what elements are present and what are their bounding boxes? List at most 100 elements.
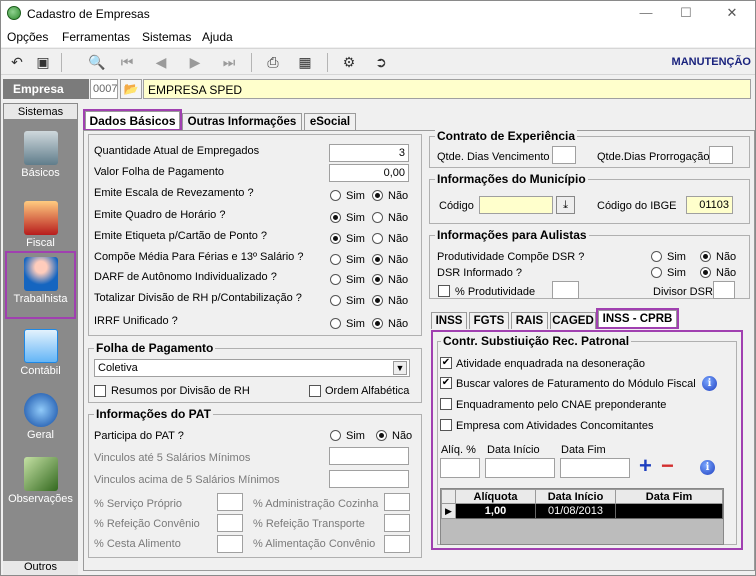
cprb-option-checkbox[interactable]: ✔ (440, 377, 452, 389)
valor-folha-field[interactable]: 0,00 (329, 164, 409, 182)
download-icon[interactable]: ⤓ (556, 196, 575, 214)
maximize-button[interactable]: ☐ (671, 5, 701, 23)
tab-esocial[interactable]: eSocial (304, 113, 356, 131)
tools-icon[interactable]: ⚙ (339, 53, 359, 71)
subtab-inss-cprb[interactable]: INSS - CPRB (596, 308, 679, 329)
vinculos-acima5-field[interactable] (329, 470, 409, 488)
subtab-caged[interactable]: CAGED (550, 312, 596, 329)
sidebar-item-contabil[interactable]: Contábil (5, 325, 76, 389)
sim-radio[interactable] (330, 318, 341, 329)
next-record-icon[interactable]: ▶ (185, 53, 205, 71)
sim-radio[interactable] (330, 274, 341, 285)
refeicao-convenio-field[interactable] (217, 514, 243, 532)
first-record-icon[interactable]: ⏮ (117, 53, 137, 71)
menu-sistemas[interactable]: Sistemas (142, 30, 191, 44)
sim-radio[interactable] (330, 254, 341, 265)
aliquota-grid: Alíquota Data Início Data Fim ▶ 1,00 01/… (440, 488, 724, 545)
servico-proprio-field[interactable] (217, 493, 243, 511)
info-icon[interactable]: i (702, 376, 717, 391)
grid-cell-data-inicio[interactable]: 01/08/2013 (535, 503, 616, 519)
sidebar-footer[interactable]: Outros (3, 561, 78, 575)
alim-convenio-field[interactable] (384, 535, 410, 553)
data-fim-field[interactable] (560, 458, 630, 478)
ordem-alfabetica-checkbox[interactable] (309, 385, 321, 397)
nao-radio[interactable] (372, 190, 383, 201)
cesta-alimento-field[interactable] (217, 535, 243, 553)
sidebar-item-trabalhista[interactable]: Trabalhista (5, 251, 76, 319)
nao-radio[interactable] (372, 318, 383, 329)
menu-opcoes[interactable]: Opções (7, 30, 48, 44)
menu-bar: Opções Ferramentas Sistemas Ajuda (1, 27, 755, 47)
empresa-name-field[interactable]: EMPRESA SPED (143, 79, 751, 99)
title-bar: Cadastro de Empresas — ☐ ✕ (1, 1, 755, 27)
nao-radio[interactable] (372, 274, 383, 285)
cprb-option-checkbox[interactable] (440, 419, 452, 431)
grid-header-data-inicio: Data Início (535, 489, 616, 504)
sidebar-item-observacoes[interactable]: Observações (5, 453, 76, 517)
qtd-empregados-field[interactable]: 3 (329, 144, 409, 162)
remove-icon[interactable]: − (661, 455, 674, 477)
codigo-municipio-field[interactable] (479, 196, 553, 214)
mode-label: MANUTENÇÃO (671, 56, 751, 68)
dsr-informado-nao-radio[interactable] (700, 267, 711, 278)
nao-radio[interactable] (372, 233, 383, 244)
empresa-code-field[interactable]: 0007 (90, 79, 118, 99)
add-icon[interactable]: + (639, 455, 652, 477)
participa-pat-nao-radio[interactable] (376, 430, 387, 441)
cprb-option-checkbox[interactable]: ✔ (440, 357, 452, 369)
folha-select[interactable]: Coletiva ▼ (94, 359, 410, 377)
vinculos-ate5-field[interactable] (329, 447, 409, 465)
dias-prorrogacao-field[interactable] (709, 146, 733, 164)
dsr-nao-radio[interactable] (700, 251, 711, 262)
search-document-icon[interactable]: 🔍 (87, 53, 107, 71)
sim-label: Sim (346, 190, 365, 202)
chevron-down-icon[interactable]: ▼ (393, 361, 407, 375)
table-row[interactable]: ▶ 1,00 01/08/2013 (441, 503, 723, 519)
sidebar-item-geral[interactable]: Geral (5, 389, 76, 453)
nao-radio[interactable] (372, 295, 383, 306)
ibge-field[interactable]: 01103 (686, 196, 733, 214)
aliquota-field[interactable] (440, 458, 480, 478)
report-icon[interactable]: ▦ (295, 53, 315, 71)
nao-radio[interactable] (372, 212, 383, 223)
data-inicio-field[interactable] (485, 458, 555, 478)
sim-radio[interactable] (330, 212, 341, 223)
produtividade-checkbox[interactable] (438, 285, 450, 297)
dsr-informado-sim-radio[interactable] (651, 267, 662, 278)
save-icon[interactable]: ▣ (33, 53, 53, 71)
vinculos-ate5-label: Vinculos até 5 Salários Mínimos (94, 452, 251, 464)
minimize-button[interactable]: — (631, 5, 661, 23)
grid-cell-aliquota[interactable]: 1,00 (455, 503, 536, 519)
sim-radio[interactable] (330, 190, 341, 201)
undo-icon[interactable]: ↶ (7, 53, 27, 71)
dias-vencimento-field[interactable] (552, 146, 576, 164)
sim-radio[interactable] (330, 233, 341, 244)
info-icon[interactable]: i (700, 460, 715, 475)
print-icon[interactable]: ⎙ (263, 53, 283, 71)
grid-cell-data-fim[interactable] (615, 503, 723, 519)
participa-pat-sim-radio[interactable] (330, 430, 341, 441)
sim-radio[interactable] (330, 295, 341, 306)
exit-icon[interactable]: ➲ (371, 53, 391, 71)
produtividade-field[interactable] (552, 281, 579, 299)
divisor-dsr-field[interactable] (713, 281, 735, 299)
last-record-icon[interactable]: ⏭ (219, 53, 239, 71)
resumos-checkbox[interactable] (94, 385, 106, 397)
cprb-option-checkbox[interactable] (440, 398, 452, 410)
open-folder-icon[interactable]: 📂 (120, 79, 142, 99)
ref-transporte-field[interactable] (384, 514, 410, 532)
subtab-fgts[interactable]: FGTS (469, 312, 509, 329)
sidebar-item-basicos[interactable]: Básicos (5, 127, 76, 191)
tab-outras-informacoes[interactable]: Outras Informações (182, 113, 302, 131)
sidebar-header[interactable]: Sistemas (3, 103, 78, 120)
menu-ajuda[interactable]: Ajuda (202, 30, 233, 44)
menu-ferramentas[interactable]: Ferramentas (62, 30, 130, 44)
nao-radio[interactable] (372, 254, 383, 265)
close-button[interactable]: ✕ (717, 5, 747, 23)
dsr-sim-radio[interactable] (651, 251, 662, 262)
tab-dados-basicos[interactable]: Dados Básicos (83, 109, 182, 131)
adm-cozinha-field[interactable] (384, 493, 410, 511)
subtab-rais[interactable]: RAIS (511, 312, 548, 329)
previous-record-icon[interactable]: ◀ (151, 53, 171, 71)
subtab-inss[interactable]: INSS (431, 312, 467, 329)
